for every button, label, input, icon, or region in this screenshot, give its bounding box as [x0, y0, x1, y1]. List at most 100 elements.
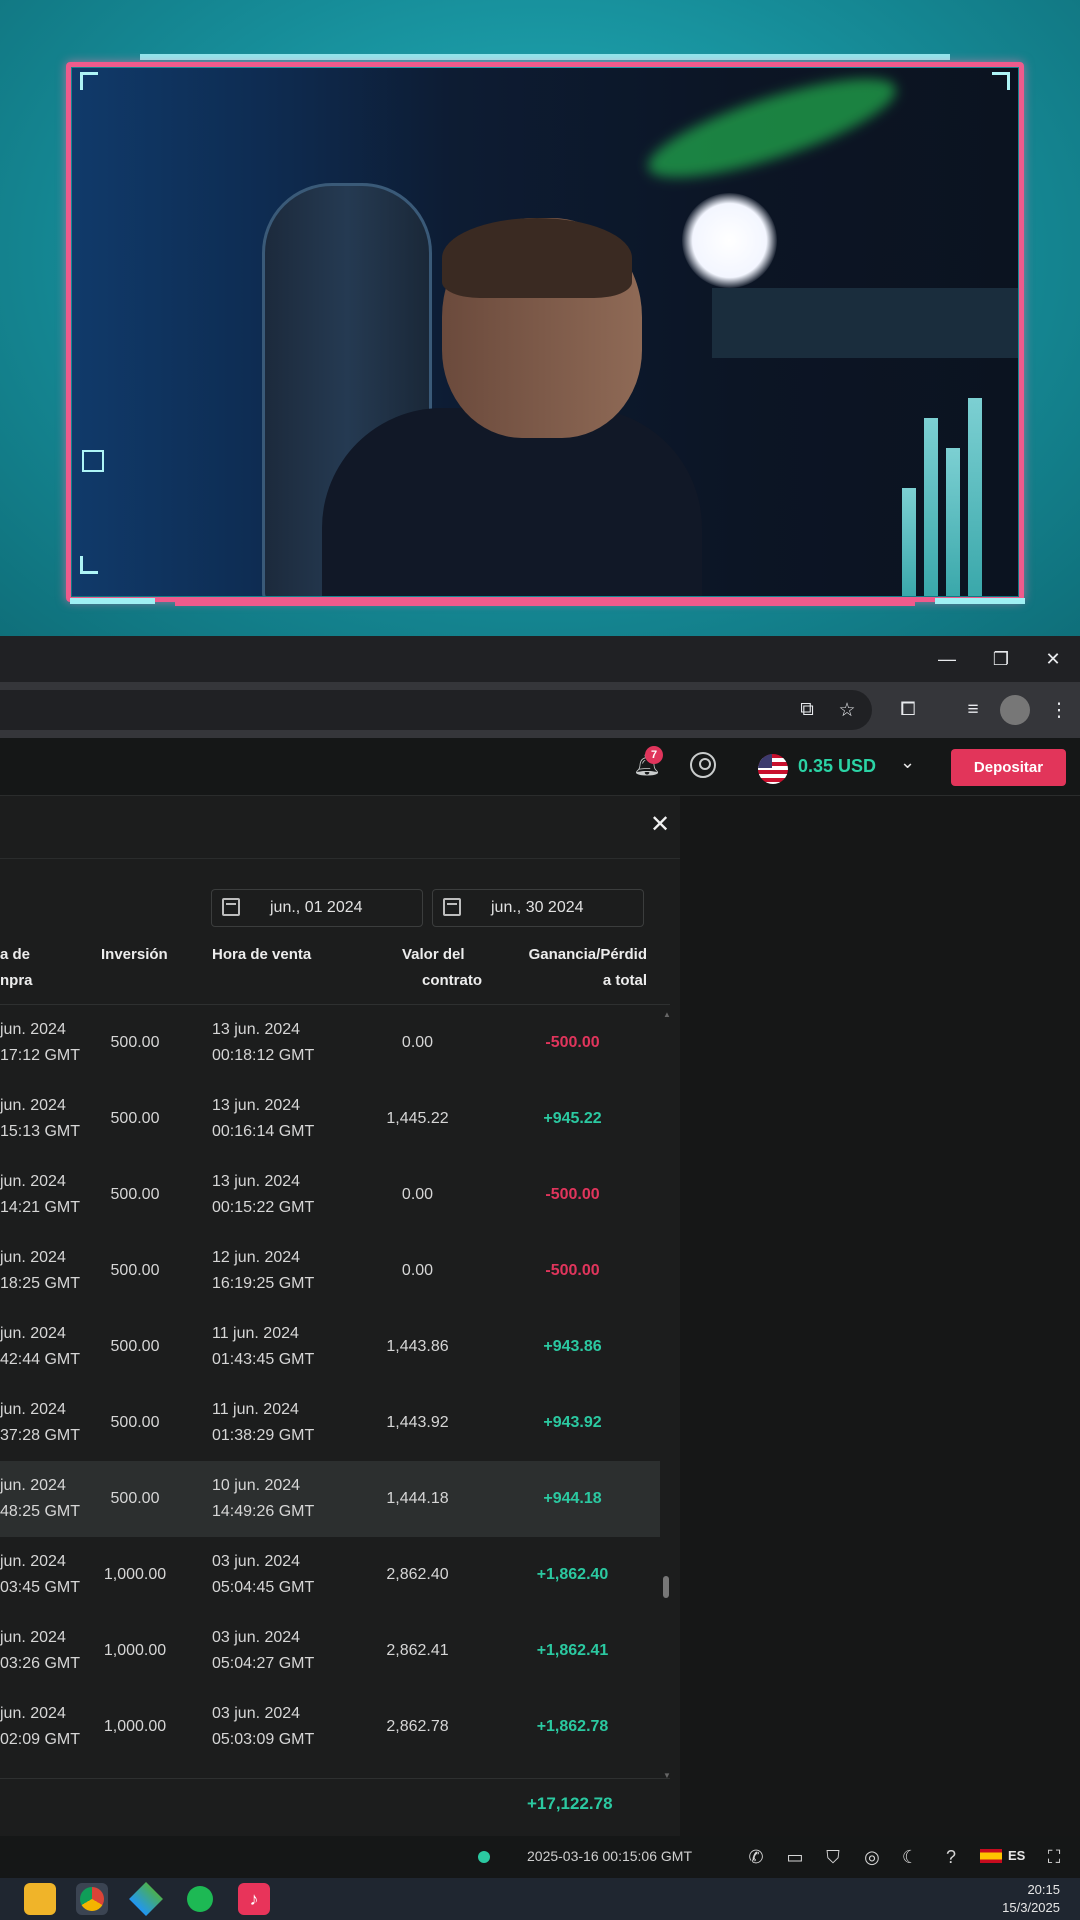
server-time: 2025-03-16 00:15:06 GMT — [527, 1848, 692, 1864]
language-selector[interactable]: ES — [1008, 1848, 1025, 1863]
table-row[interactable]: jun. 2024 03:26 GMT 1,000.00 03 jun. 2024 05… — [0, 1613, 660, 1689]
investment-cell: 500.00 — [110, 1414, 160, 1431]
buy-time-cell: jun. 2024 42:44 GMT — [0, 1325, 81, 1368]
contract-value-cell: 1,445.22 — [386, 1110, 449, 1127]
contract-value-cell: 0.00 — [401, 1262, 434, 1279]
sell-time-cell: 13 jun. 2024 00:16:14 GMT — [212, 1097, 315, 1140]
contract-value-cell: 2,862.78 — [386, 1718, 449, 1735]
responsible-trading-icon[interactable]: ◎ — [860, 1845, 884, 1869]
metatrader-icon[interactable] — [129, 1882, 163, 1916]
address-field[interactable]: ⧉ ☆ — [0, 690, 872, 730]
buy-time-cell: jun. 2024 03:45 GMT — [0, 1553, 81, 1596]
sell-time-cell: 13 jun. 2024 00:18:12 GMT — [212, 1021, 315, 1064]
buy-time-cell: jun. 2024 02:09 GMT — [0, 1705, 81, 1748]
os-taskbar: ♪ 20:15 15/3/2025 — [0, 1878, 1080, 1920]
hud-corner — [992, 72, 1010, 90]
trade-history-panel: ✕ jun., 01 2024 jun., 30 2024 a de npra I… — [0, 796, 680, 1836]
table-scrollbar[interactable]: ▲ ▼ — [662, 1010, 671, 1780]
pnl-cell: +943.86 — [543, 1338, 602, 1355]
table-row[interactable]: jun. 2024 37:28 GMT 500.00 11 jun. 2024 01:3… — [0, 1385, 660, 1461]
chevron-down-icon[interactable]: ⌄ — [900, 752, 915, 773]
overlay-stripe — [175, 600, 915, 606]
stream-overlay — [0, 0, 1080, 636]
scroll-up-icon[interactable]: ▲ — [663, 1010, 671, 1019]
contract-value-cell: 0.00 — [401, 1186, 434, 1203]
total-pnl: +17,122.78 — [527, 1794, 613, 1813]
date-from-picker[interactable]: jun., 01 2024 — [211, 889, 423, 927]
main-area — [680, 796, 1080, 1836]
scroll-thumb[interactable] — [663, 1576, 669, 1598]
overlay-stripe — [935, 598, 1025, 604]
table-row[interactable]: jun. 2024 17:12 GMT 500.00 13 jun. 2024 00:1… — [0, 1005, 660, 1081]
buy-time-cell: jun. 2024 48:25 GMT — [0, 1477, 81, 1520]
profile-avatar[interactable] — [1000, 695, 1030, 725]
pnl-cell: -500.00 — [545, 1034, 600, 1051]
chrome-icon[interactable] — [76, 1883, 108, 1915]
hud-corner — [80, 556, 98, 574]
help-icon[interactable]: ? — [939, 1845, 963, 1869]
whatsapp-icon[interactable]: ✆ — [744, 1845, 768, 1869]
table-row[interactable]: jun. 2024 18:25 GMT 500.00 12 jun. 2024 16:1… — [0, 1233, 660, 1309]
sell-time-cell: 10 jun. 2024 14:49:26 GMT — [212, 1477, 315, 1520]
col-header-buy-time: a de npra — [0, 946, 33, 989]
contract-value-cell: 2,862.41 — [386, 1642, 449, 1659]
spotify-icon[interactable] — [184, 1883, 216, 1915]
deposit-button[interactable]: Depositar — [951, 749, 1066, 786]
table-row[interactable]: jun. 2024 15:13 GMT 500.00 13 jun. 2024 00:1… — [0, 1081, 660, 1157]
account-balance[interactable]: 0.35 USD — [798, 756, 876, 777]
col-header-pnl: Ganancia/Pérdid a total — [528, 946, 647, 989]
pnl-cell: +1,862.78 — [536, 1718, 609, 1735]
buy-time-cell: jun. 2024 14:21 GMT — [0, 1173, 81, 1216]
investment-cell: 500.00 — [110, 1338, 160, 1355]
pnl-cell: +1,862.40 — [536, 1566, 609, 1583]
spain-flag-icon[interactable] — [980, 1849, 1002, 1863]
table-row[interactable]: jun. 2024 48:25 GMT 500.00 10 jun. 2024 14:4… — [0, 1461, 660, 1537]
pnl-cell: +944.18 — [543, 1490, 602, 1507]
date-to-picker[interactable]: jun., 30 2024 — [432, 889, 644, 927]
table-row[interactable]: jun. 2024 03:45 GMT 1,000.00 03 jun. 2024 05… — [0, 1537, 660, 1613]
buy-time-cell: jun. 2024 37:28 GMT — [0, 1401, 81, 1444]
system-clock[interactable]: 20:15 15/3/2025 — [1002, 1881, 1060, 1917]
restore-button[interactable]: ❐ — [974, 636, 1028, 682]
tiktok-icon[interactable]: ♪ — [238, 1883, 270, 1915]
media-icon[interactable]: ≡ — [958, 695, 988, 725]
status-bar: 2025-03-16 00:15:06 GMT ✆ ▭ ⛉ ◎ ☾ ? ES ⛶ — [0, 1836, 1080, 1878]
file-explorer-icon[interactable] — [24, 1883, 56, 1915]
investment-cell: 1,000.00 — [103, 1566, 167, 1583]
col-header-contract-value: Valor del contrato — [402, 946, 482, 989]
menu-icon[interactable]: ⋮ — [1044, 695, 1074, 725]
overlay-stripe — [140, 54, 950, 60]
pnl-cell: -500.00 — [545, 1186, 600, 1203]
install-app-icon[interactable]: ⧉ — [792, 695, 822, 725]
table-row[interactable]: jun. 2024 02:09 GMT 1,000.00 03 jun. 2024 05… — [0, 1689, 660, 1765]
buy-time-cell: jun. 2024 17:12 GMT — [0, 1021, 81, 1064]
sell-time-cell: 11 jun. 2024 01:38:29 GMT — [212, 1401, 315, 1444]
investment-cell: 1,000.00 — [103, 1718, 167, 1735]
buy-time-cell: jun. 2024 03:26 GMT — [0, 1629, 81, 1672]
investment-cell: 500.00 — [110, 1490, 160, 1507]
trade-table-body: jun. 2024 17:12 GMT 500.00 13 jun. 2024 00:1… — [0, 1005, 660, 1779]
shield-icon[interactable]: ⛉ — [821, 1845, 845, 1869]
minimize-button[interactable]: — — [920, 636, 974, 682]
col-header-investment: Inversión — [101, 946, 168, 963]
close-icon[interactable]: ✕ — [650, 810, 670, 839]
table-row[interactable]: iun. 202403 iun. 2024 — [0, 1765, 660, 1779]
pnl-cell: +945.22 — [543, 1110, 602, 1127]
theme-icon[interactable]: ☾ — [898, 1845, 922, 1869]
table-row[interactable]: jun. 2024 14:21 GMT 500.00 13 jun. 2024 00:1… — [0, 1157, 660, 1233]
pnl-cell: +943.92 — [543, 1414, 602, 1431]
extensions-icon[interactable]: ⧠ — [893, 695, 923, 725]
overlay-stripe — [70, 598, 155, 604]
investment-cell: 1,000.00 — [103, 1642, 167, 1659]
account-icon[interactable] — [690, 752, 716, 778]
divider — [0, 858, 680, 859]
webcam-feed — [72, 68, 1018, 596]
chat-icon[interactable]: ▭ — [783, 1845, 807, 1869]
investment-cell: 500.00 — [110, 1110, 160, 1127]
fullscreen-icon[interactable]: ⛶ — [1042, 1845, 1066, 1869]
contract-value-cell: 1,443.86 — [386, 1338, 449, 1355]
table-row[interactable]: jun. 2024 42:44 GMT 500.00 11 jun. 2024 01:4… — [0, 1309, 660, 1385]
close-window-button[interactable]: ✕ — [1026, 636, 1080, 682]
star-icon[interactable]: ☆ — [832, 695, 862, 725]
contract-value-cell: 2,862.40 — [386, 1566, 449, 1583]
